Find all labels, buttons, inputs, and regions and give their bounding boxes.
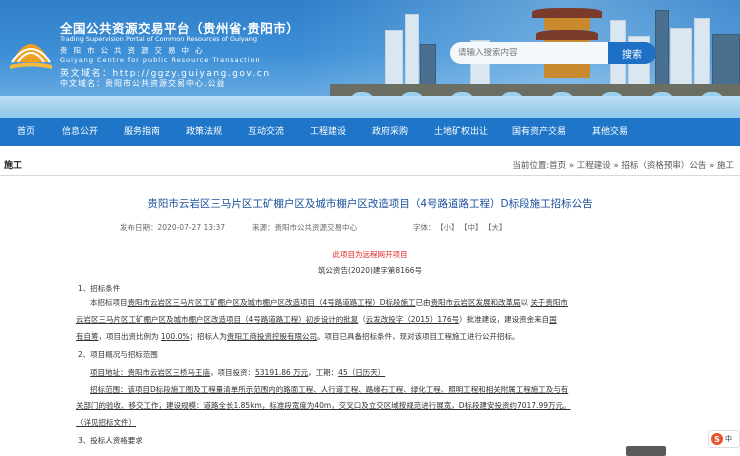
nav-item-land[interactable]: 土地矿权出让 — [434, 118, 488, 146]
font-medium-button[interactable]: 【中】 — [460, 222, 483, 233]
document-number: 筑公资告(2020)建字第8166号 — [317, 266, 423, 275]
section-title: 施工 — [4, 161, 23, 171]
nav-item-interaction[interactable]: 互动交流 — [248, 118, 284, 146]
water-decoration — [0, 96, 740, 118]
article-source: 来源：贵阳市公共资源交易中心 — [252, 223, 357, 232]
font-large-button[interactable]: 【大】 — [484, 222, 507, 233]
search-button[interactable]: 搜索 — [608, 42, 656, 64]
header-banner: 全国公共资源交易平台（贵州省·贵阳市） Trading Supervision … — [0, 0, 740, 118]
paragraph-line: （详见招标文件） — [76, 418, 136, 427]
domain-chinese: 中文域名：贵阳市公共资源交易中心.公益 — [60, 79, 226, 88]
sogou-icon: S — [711, 433, 723, 445]
publish-date: 发布日期：2020-07-27 13:37 — [120, 223, 226, 232]
paragraph-line: 招标范围：该项目D标段施工图及工程量清单所示范围内的路面工程、人行道工程、路缘石… — [90, 385, 569, 394]
building-decoration — [694, 18, 710, 88]
nav-item-assets[interactable]: 国有资产交易 — [512, 118, 566, 146]
building-decoration — [670, 28, 692, 88]
paragraph-line: 本招标项目贵阳市云岩区三马片区工矿棚户区及城市棚户区改造项目（4号路道路工程）D… — [90, 298, 568, 307]
main-nav: 首页 信息公开 服务指南 政策法规 互动交流 工程建设 政府采购 土地矿权出让 … — [0, 118, 740, 146]
nav-item-guide[interactable]: 服务指南 — [124, 118, 160, 146]
font-size-label: 字体： — [413, 223, 436, 232]
nav-item-procurement[interactable]: 政府采购 — [372, 118, 408, 146]
breadcrumb-bar: 施工 当前位置:首页 » 工程建设 » 招标（资格预审）公告 » 施工 — [0, 152, 740, 176]
paragraph-line: 关部门的验收、移交工作，建设规模：道路全长1.85km，标准段宽度为40m，交叉… — [76, 401, 571, 410]
nav-item-home[interactable]: 首页 — [17, 118, 35, 146]
nav-item-engineering[interactable]: 工程建设 — [310, 118, 346, 146]
nav-item-info[interactable]: 信息公开 — [62, 118, 98, 146]
building-decoration — [712, 34, 740, 88]
input-method-widget[interactable]: S 中 — [708, 430, 740, 448]
font-small-button[interactable]: 【小】 — [436, 222, 459, 233]
section-heading: 3、投标人资格要求 — [78, 436, 143, 445]
building-decoration — [385, 30, 403, 88]
nav-item-other[interactable]: 其他交易 — [592, 118, 628, 146]
center-name: 贵阳市公共资源交易中心 — [60, 46, 209, 55]
center-name-en: Guiyang Centre for public Resource Trans… — [60, 56, 261, 64]
breadcrumb[interactable]: 当前位置:首页 » 工程建设 » 招标（资格预审）公告 » 施工 — [512, 159, 734, 171]
nav-item-policy[interactable]: 政策法规 — [186, 118, 222, 146]
building-decoration — [655, 10, 669, 88]
article-title: 贵阳市云岩区三马片区工矿棚户区及城市棚户区改造项目（4号路道路工程）D标段施工招… — [147, 198, 593, 210]
floating-toolbar[interactable] — [626, 446, 666, 456]
site-logo-icon — [8, 32, 54, 72]
widget-label: 中 — [725, 435, 732, 443]
paragraph-line: 项目地址：贵阳市云岩区三桥马王庙，项目投资：53191.86 万元，工期：45（… — [90, 368, 386, 377]
building-decoration — [405, 14, 419, 88]
building-decoration — [420, 44, 436, 88]
paragraph-line: 云岩区三马片区工矿棚户区及城市棚户区改造项目（4号路道路工程）初步设计的批复（云… — [76, 315, 557, 324]
paragraph-line: 有自筹，项目出资比例为 100.0%；招标人为贵阳工商投资控股有限公司。项目已具… — [76, 332, 520, 341]
section-heading: 1、招标条件 — [78, 284, 121, 293]
search-box — [450, 42, 608, 64]
remote-bid-notice: 此项目为远程网开项目 — [332, 250, 408, 259]
section-heading: 2、项目概况与招标范围 — [78, 350, 158, 359]
site-title-en: Trading Supervision Portal of Common Res… — [60, 35, 258, 43]
search-input[interactable] — [458, 48, 588, 58]
